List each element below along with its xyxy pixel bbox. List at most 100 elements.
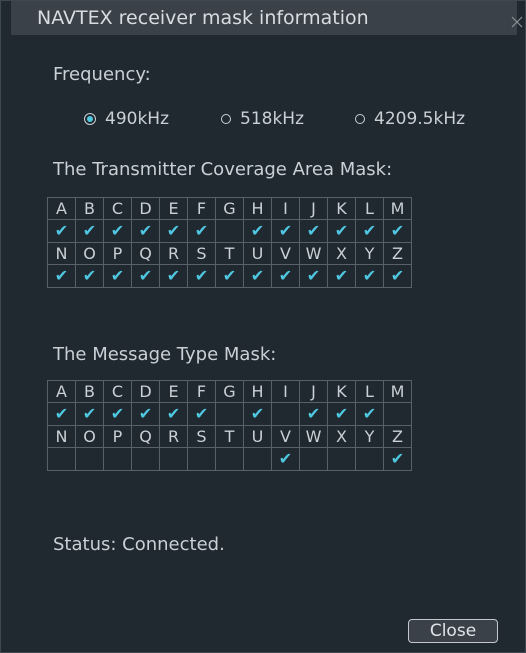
mask-letter-e: E: [159, 197, 188, 220]
mask-letter-row: NOPQRSTUVWXYZ: [47, 242, 412, 265]
mask-letter-row: NOPQRSTUVWXYZ: [47, 425, 412, 448]
transmitter-mask-heading: The Transmitter Coverage Area Mask:: [53, 159, 393, 180]
mask-check-cell-o: ✔: [75, 264, 104, 288]
mask-check-cell-l: ✔: [355, 402, 384, 426]
mask-letter-z: Z: [383, 242, 412, 265]
mask-check-cell-x: [327, 447, 356, 471]
message-type-mask-heading: The Message Type Mask:: [53, 344, 277, 365]
check-icon: ✔: [54, 221, 69, 240]
mask-check-cell-f: ✔: [187, 219, 216, 243]
mask-check-cell-b: ✔: [75, 219, 104, 243]
mask-check-cell-w: [299, 447, 328, 471]
radio-4209-5khz[interactable]: 4209.5kHz: [355, 109, 465, 129]
mask-letter-j: J: [299, 380, 328, 403]
check-icon: ✔: [82, 404, 97, 423]
mask-letter-u: U: [243, 242, 272, 265]
mask-check-cell-a: ✔: [47, 402, 76, 426]
check-icon: ✔: [334, 266, 349, 285]
check-icon: ✔: [110, 221, 125, 240]
mask-check-cell-p: [103, 447, 132, 471]
mask-check-cell-z: ✔: [383, 264, 412, 288]
mask-letter-d: D: [131, 380, 160, 403]
check-icon: ✔: [82, 221, 97, 240]
mask-check-row: ✔ ✔ ✔ ✔ ✔ ✔ ✔ ✔ ✔ ✔: [47, 402, 412, 426]
mask-letter-b: B: [75, 380, 104, 403]
mask-check-cell-x: ✔: [327, 264, 356, 288]
mask-letter-m: M: [383, 197, 412, 220]
check-icon: ✔: [166, 404, 181, 423]
mask-check-cell-v: ✔: [271, 447, 300, 471]
check-icon: ✔: [82, 266, 97, 285]
mask-letter-a: A: [47, 197, 76, 220]
mask-letter-f: F: [187, 380, 216, 403]
mask-check-cell-m: [383, 402, 412, 426]
mask-check-cell-e: ✔: [159, 402, 188, 426]
mask-letter-d: D: [131, 197, 160, 220]
mask-check-cell-h: ✔: [243, 219, 272, 243]
mask-check-cell-a: ✔: [47, 219, 76, 243]
mask-letter-row: ABCDEFGHIJKLM: [47, 197, 412, 220]
check-icon: ✔: [390, 449, 405, 468]
mask-letter-v: V: [271, 425, 300, 448]
check-icon: ✔: [334, 404, 349, 423]
check-icon: ✔: [362, 404, 377, 423]
mask-letter-l: L: [355, 380, 384, 403]
radio-button-icon: [221, 114, 231, 124]
radio-button-icon: [355, 114, 365, 124]
radio-518khz[interactable]: 518kHz: [221, 109, 304, 129]
mask-letter-w: W: [299, 425, 328, 448]
check-icon: ✔: [166, 221, 181, 240]
mask-check-row: ✔ ✔ ✔ ✔ ✔ ✔ ✔ ✔ ✔ ✔ ✔ ✔ ✔: [47, 264, 412, 288]
check-icon: ✔: [250, 221, 265, 240]
check-icon: ✔: [194, 404, 209, 423]
mask-letter-s: S: [187, 425, 216, 448]
dialog-title: NAVTEX receiver mask information: [37, 7, 369, 29]
status-text: Status: Connected.: [53, 534, 225, 555]
check-icon: ✔: [54, 266, 69, 285]
check-icon: ✔: [138, 266, 153, 285]
mask-check-cell-q: [131, 447, 160, 471]
mask-letter-e: E: [159, 380, 188, 403]
mask-check-row: ✔ ✔ ✔ ✔ ✔ ✔ ✔ ✔ ✔ ✔ ✔ ✔: [47, 219, 412, 243]
mask-check-cell-g: [215, 219, 244, 243]
check-icon: ✔: [278, 266, 293, 285]
mask-letter-v: V: [271, 242, 300, 265]
mask-letter-y: Y: [355, 242, 384, 265]
check-icon: ✔: [250, 266, 265, 285]
mask-check-cell-f: ✔: [187, 402, 216, 426]
mask-check-cell-h: ✔: [243, 402, 272, 426]
mask-letter-q: Q: [131, 242, 160, 265]
mask-check-cell-e: ✔: [159, 219, 188, 243]
check-icon: ✔: [278, 221, 293, 240]
close-button[interactable]: Close: [408, 619, 498, 643]
mask-check-cell-k: ✔: [327, 402, 356, 426]
mask-check-cell-n: [47, 447, 76, 471]
mask-letter-c: C: [103, 380, 132, 403]
mask-check-cell-r: [159, 447, 188, 471]
mask-letter-r: R: [159, 425, 188, 448]
mask-check-cell-m: ✔: [383, 219, 412, 243]
mask-check-cell-u: ✔: [243, 264, 272, 288]
mask-letter-p: P: [103, 425, 132, 448]
mask-letter-u: U: [243, 425, 272, 448]
close-icon[interactable]: [510, 15, 524, 29]
mask-check-cell-p: ✔: [103, 264, 132, 288]
mask-letter-i: I: [271, 197, 300, 220]
mask-check-cell-s: [187, 447, 216, 471]
mask-check-cell-q: ✔: [131, 264, 160, 288]
mask-letter-n: N: [47, 425, 76, 448]
mask-letter-k: K: [327, 197, 356, 220]
check-icon: ✔: [110, 404, 125, 423]
check-icon: ✔: [194, 266, 209, 285]
mask-letter-g: G: [215, 380, 244, 403]
radio-label-4209-5khz: 4209.5kHz: [374, 109, 466, 129]
mask-letter-b: B: [75, 197, 104, 220]
check-icon: ✔: [362, 221, 377, 240]
mask-check-cell-n: ✔: [47, 264, 76, 288]
mask-check-cell-j: ✔: [299, 219, 328, 243]
mask-letter-c: C: [103, 197, 132, 220]
mask-check-cell-w: ✔: [299, 264, 328, 288]
radio-490khz[interactable]: 490kHz: [84, 109, 169, 129]
mask-letter-t: T: [215, 425, 244, 448]
radio-label-490khz: 490kHz: [105, 109, 169, 129]
